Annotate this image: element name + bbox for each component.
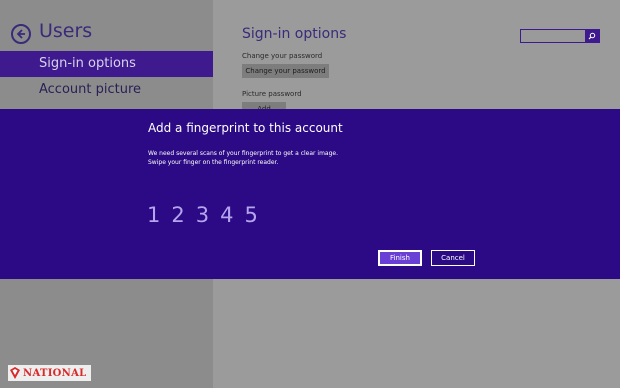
page-title: Users bbox=[39, 20, 93, 42]
search-icon bbox=[588, 32, 596, 40]
scan-step-1: 1 bbox=[147, 203, 161, 227]
search-box bbox=[520, 29, 600, 43]
change-password-button[interactable]: Change your password bbox=[242, 64, 329, 78]
nav-item-account-picture[interactable]: Account picture bbox=[0, 77, 213, 103]
dialog-description-line-2: Swipe your finger on the fingerprint rea… bbox=[148, 159, 279, 166]
watermark-text: NATIONAL bbox=[23, 367, 87, 379]
watermark: NATIONAL bbox=[8, 365, 91, 381]
cancel-button[interactable]: Cancel bbox=[431, 250, 475, 266]
search-button[interactable] bbox=[585, 30, 599, 42]
scan-progress: 1 2 3 4 5 bbox=[147, 202, 258, 228]
picture-password-label: Picture password bbox=[242, 90, 302, 98]
nav-item-sign-in-options[interactable]: Sign-in options bbox=[0, 51, 213, 77]
finish-button[interactable]: Finish bbox=[378, 250, 422, 266]
change-password-label: Change your password bbox=[242, 52, 323, 60]
back-arrow-icon bbox=[16, 29, 25, 39]
scan-step-5: 5 bbox=[244, 203, 258, 227]
watermark-logo-icon bbox=[10, 367, 20, 379]
back-button[interactable] bbox=[11, 24, 31, 44]
dialog-description-line-1: We need several scans of your fingerprin… bbox=[148, 150, 339, 157]
search-input[interactable] bbox=[521, 30, 585, 42]
scan-step-2: 2 bbox=[171, 203, 185, 227]
fingerprint-dialog: Add a fingerprint to this account We nee… bbox=[0, 109, 620, 279]
dialog-title: Add a fingerprint to this account bbox=[148, 121, 343, 135]
section-title: Sign-in options bbox=[242, 26, 347, 42]
dialog-description: We need several scans of your fingerprin… bbox=[148, 149, 388, 167]
scan-step-4: 4 bbox=[220, 203, 234, 227]
scan-step-3: 3 bbox=[195, 203, 210, 227]
